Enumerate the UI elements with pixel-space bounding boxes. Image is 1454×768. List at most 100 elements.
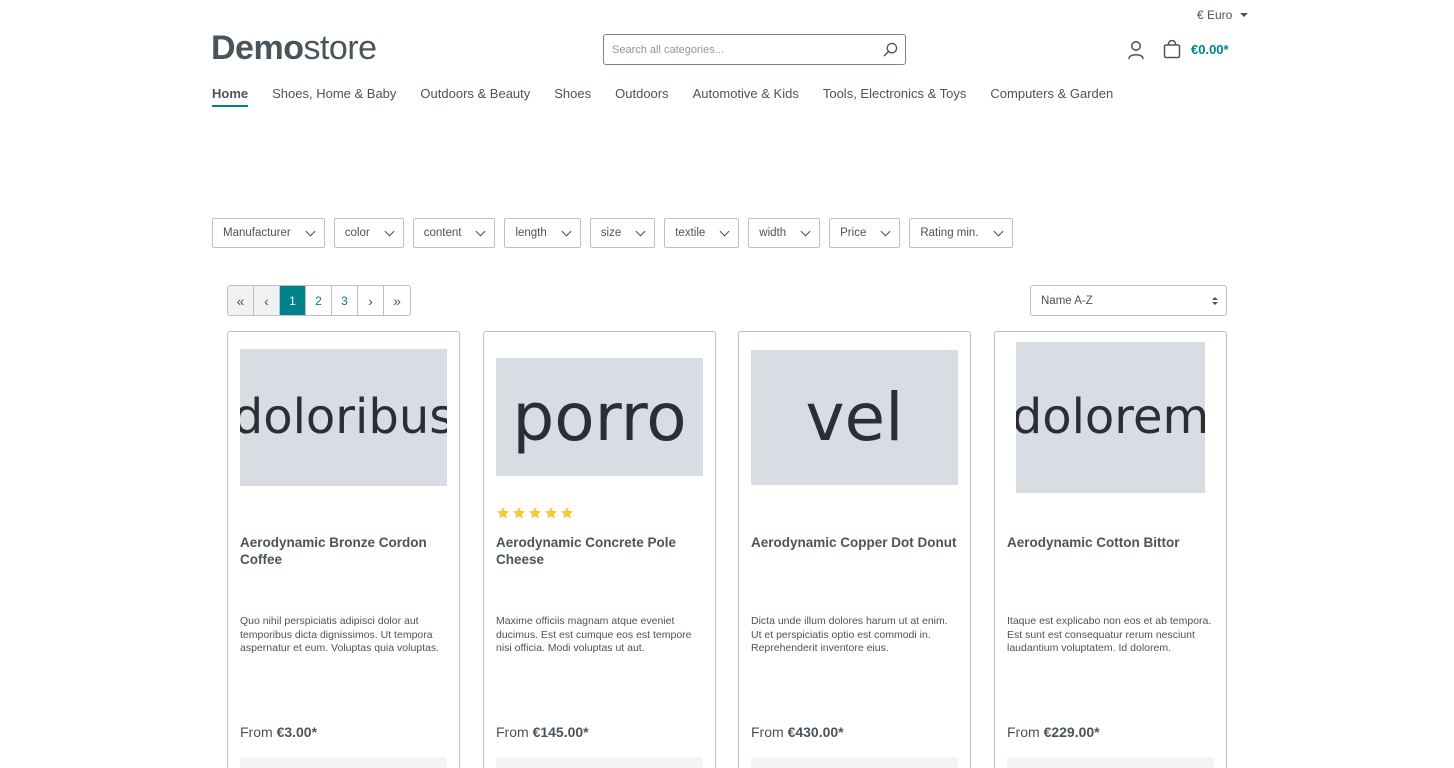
rating-stars: [496, 506, 574, 520]
filter-color[interactable]: color: [333, 218, 404, 248]
currency-label: € Euro: [1197, 8, 1233, 22]
price-prefix: From: [240, 724, 273, 740]
sort-selected-value: Name A-Z: [1041, 294, 1093, 307]
search-input[interactable]: [604, 35, 875, 64]
star-icon: [561, 507, 573, 519]
chevron-down-icon: [993, 226, 1003, 236]
nav-item-shoes[interactable]: Shoes: [554, 86, 591, 107]
nav-item-tools-electronics-toys[interactable]: Tools, Electronics & Toys: [823, 86, 967, 107]
filter-label: color: [344, 227, 370, 239]
filter-label: Rating min.: [920, 227, 979, 239]
search-button[interactable]: [875, 35, 905, 64]
filter-label: Manufacturer: [223, 227, 291, 239]
sort-select[interactable]: Name A-Z: [1030, 285, 1227, 316]
cart-button[interactable]: €0.00*: [1163, 40, 1229, 59]
product-card: doloribus Aerodynamic Bronze Cordon Coff…: [227, 331, 460, 768]
star-icon: [513, 507, 525, 519]
product-price: From €145.00*: [496, 724, 589, 740]
chevron-down-icon: [800, 226, 811, 236]
price-value: €229.00*: [1043, 724, 1100, 740]
nav-item-outdoors-beauty[interactable]: Outdoors & Beauty: [420, 86, 530, 107]
pagination-page-2[interactable]: 2: [306, 286, 332, 315]
select-arrows-icon: [1212, 296, 1218, 305]
product-description: Dicta unde illum dolores harum ut at eni…: [751, 615, 948, 654]
chevron-down-icon: [384, 226, 395, 236]
product-image-link[interactable]: vel: [751, 332, 958, 502]
nav-item-automotive-kids[interactable]: Automotive & Kids: [693, 86, 799, 107]
filter-label: width: [759, 227, 787, 239]
pagination-prev[interactable]: ‹: [254, 286, 280, 315]
product-name[interactable]: Aerodynamic Concrete Pole Cheese: [496, 534, 703, 568]
filter-size[interactable]: size: [589, 218, 656, 248]
filter-rating-min[interactable]: Rating min.: [909, 218, 1013, 248]
chevron-down-icon: [475, 226, 486, 236]
star-icon: [529, 507, 541, 519]
product-image-link[interactable]: porro: [496, 332, 703, 502]
price-prefix: From: [751, 724, 784, 740]
account-icon[interactable]: [1127, 40, 1145, 60]
product-image: dolorem: [1016, 341, 1205, 493]
chevron-down-icon: [561, 226, 572, 236]
product-card: dolorem Aerodynamic Cotton Bittor Itaque…: [994, 331, 1227, 768]
pagination-page-3[interactable]: 3: [332, 286, 358, 315]
product-name[interactable]: Aerodynamic Cotton Bittor: [1007, 534, 1214, 551]
pagination-page-1[interactable]: 1: [280, 286, 306, 315]
main-navigation: Home Shoes, Home & Baby Outdoors & Beaut…: [212, 86, 1113, 107]
details-button[interactable]: [751, 757, 958, 768]
price-value: €145.00*: [532, 724, 589, 740]
caret-down-icon: [1240, 13, 1249, 17]
product-image: porro: [496, 358, 703, 476]
currency-selector[interactable]: € Euro: [1197, 8, 1249, 22]
cart-icon: [1163, 40, 1181, 59]
filter-manufacturer[interactable]: Manufacturer: [212, 218, 325, 248]
nav-item-shoes-home-baby[interactable]: Shoes, Home & Baby: [272, 86, 396, 107]
price-value: €3.00*: [276, 724, 318, 740]
pagination: « ‹ 1 2 3 › »: [227, 285, 411, 316]
product-name[interactable]: Aerodynamic Copper Dot Donut: [751, 534, 958, 551]
filter-label: content: [423, 227, 462, 239]
details-button[interactable]: [240, 757, 447, 768]
details-button[interactable]: [1007, 757, 1214, 768]
price-prefix: From: [496, 724, 529, 740]
product-name[interactable]: Aerodynamic Bronze Cordon Coffee: [240, 534, 447, 568]
star-icon: [545, 507, 557, 519]
details-button[interactable]: [496, 757, 703, 768]
product-image: doloribus: [240, 348, 447, 486]
filter-label: textile: [675, 227, 706, 239]
filter-content[interactable]: content: [412, 218, 496, 248]
nav-item-home[interactable]: Home: [212, 86, 249, 107]
filter-label: size: [600, 227, 622, 239]
product-image-link[interactable]: dolorem: [1007, 332, 1214, 502]
search-icon: [883, 42, 897, 57]
chevron-down-icon: [305, 226, 316, 236]
price-value: €430.00*: [787, 724, 844, 740]
product-price: From €3.00*: [240, 724, 317, 740]
filter-label: length: [515, 227, 547, 239]
filter-width[interactable]: width: [748, 218, 821, 248]
logo-light: store: [303, 29, 377, 67]
search-box: [603, 34, 906, 65]
pagination-last[interactable]: »: [384, 286, 410, 315]
logo[interactable]: Demostore: [211, 28, 377, 68]
filter-bar: Manufacturer color content length size t…: [212, 218, 1013, 248]
product-image-link[interactable]: doloribus: [240, 332, 447, 502]
product-description: Quo nihil perspiciatis adipisci dolor au…: [240, 615, 440, 654]
filter-label: Price: [840, 227, 867, 239]
chevron-down-icon: [880, 226, 891, 236]
logo-bold: Demo: [211, 29, 304, 67]
nav-item-computers-garden[interactable]: Computers & Garden: [990, 86, 1113, 107]
price-prefix: From: [1007, 724, 1040, 740]
nav-item-outdoors[interactable]: Outdoors: [615, 86, 668, 107]
filter-length[interactable]: length: [504, 218, 581, 248]
product-card: vel Aerodynamic Copper Dot Donut Dicta u…: [738, 331, 971, 768]
product-image: vel: [751, 349, 958, 485]
filter-textile[interactable]: textile: [664, 218, 740, 248]
pagination-first[interactable]: «: [228, 286, 254, 315]
pagination-next[interactable]: ›: [358, 286, 384, 315]
product-price: From €229.00*: [1007, 724, 1100, 740]
chevron-down-icon: [719, 226, 730, 236]
product-card: porro Aerodynamic Concrete Pole Cheese M…: [483, 331, 716, 768]
cart-total: €0.00*: [1191, 42, 1229, 57]
product-price: From €430.00*: [751, 724, 844, 740]
filter-price[interactable]: Price: [829, 218, 901, 248]
